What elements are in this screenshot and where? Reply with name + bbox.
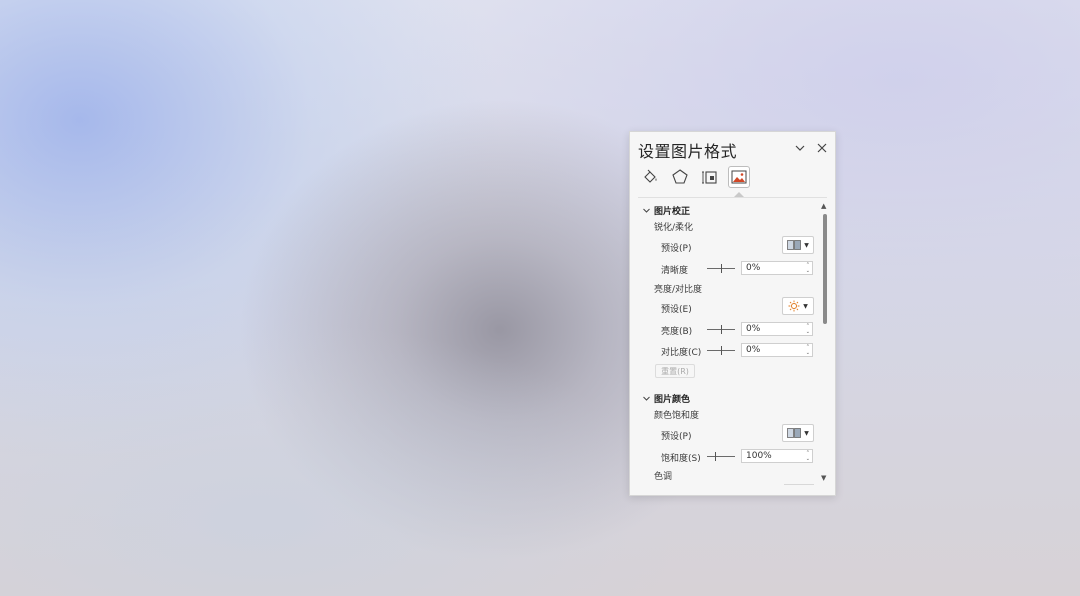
spinner-arrows-icon[interactable]: ⌃ ⌄: [806, 323, 810, 335]
caret-down-icon: ▼: [804, 241, 809, 249]
spinner-arrows-icon[interactable]: ⌃ ⌄: [806, 344, 810, 356]
spinner-arrows-icon[interactable]: ⌃ ⌄: [806, 450, 810, 462]
brightness-slider[interactable]: [707, 325, 735, 334]
format-picture-pane: 设置图片格式 图片校正 锐化/柔化 预设(P) ▼ 清晰度 0% ⌃ ⌄ 亮度/…: [629, 131, 836, 496]
saturation-preset-dropdown[interactable]: ▼: [782, 424, 814, 442]
tone-control-edge: [784, 484, 814, 485]
saturation-preset-icon: [787, 428, 802, 438]
saturation-spinner[interactable]: 100% ⌃ ⌄: [741, 449, 813, 463]
picture-settings-content: 图片校正 锐化/柔化 预设(P) ▼ 清晰度 0% ⌃ ⌄ 亮度/对比度 预设(E…: [630, 198, 820, 495]
section-collapse-chevron-icon[interactable]: [642, 394, 651, 405]
sharpen-preset-label: 预设(P): [661, 244, 692, 254]
brightness-spinner[interactable]: 0% ⌃ ⌄: [741, 322, 813, 336]
tone-group-label: 色调: [654, 472, 673, 482]
section-picture-color[interactable]: 图片颜色: [654, 392, 690, 405]
saturation-slider[interactable]: [707, 452, 735, 461]
reset-button[interactable]: 重置(R): [655, 364, 695, 378]
close-icon[interactable]: [814, 140, 830, 156]
saturation-preset-label: 预设(P): [661, 432, 692, 442]
saturation-label: 饱和度(S): [661, 454, 701, 464]
contrast-slider[interactable]: [707, 346, 735, 355]
scroll-up-arrow-icon[interactable]: ▲: [821, 202, 826, 210]
sharpness-slider[interactable]: [707, 264, 735, 273]
brightness-label: 亮度(B): [661, 327, 693, 337]
sharpness-spinner[interactable]: 0% ⌃ ⌄: [741, 261, 813, 275]
brightness-contrast-group-label: 亮度/对比度: [654, 285, 703, 295]
size-properties-icon[interactable]: [699, 166, 721, 188]
caret-down-icon: ▼: [803, 302, 808, 310]
picture-icon[interactable]: [728, 166, 750, 188]
sharpen-preset-icon: [787, 240, 802, 250]
paint-bucket-icon[interactable]: [640, 166, 662, 188]
pane-title: 设置图片格式: [638, 142, 738, 161]
saturation-group-label: 颜色饱和度: [654, 411, 700, 421]
contrast-label: 对比度(C): [661, 348, 702, 358]
sharpness-label: 清晰度: [661, 266, 689, 276]
contrast-spinner[interactable]: 0% ⌃ ⌄: [741, 343, 813, 357]
sharpness-value: 0%: [746, 263, 761, 273]
scroll-down-arrow-icon[interactable]: ▼: [821, 474, 826, 482]
chevron-down-icon[interactable]: [792, 140, 808, 156]
section-picture-correction[interactable]: 图片校正: [654, 204, 690, 217]
brightness-preset-label: 预设(E): [661, 305, 692, 315]
brightness-value: 0%: [746, 324, 761, 334]
caret-down-icon: ▼: [804, 429, 809, 437]
desktop-background: [0, 0, 1080, 596]
sharpen-preset-dropdown[interactable]: ▼: [782, 236, 814, 254]
sharpen-soften-group-label: 锐化/柔化: [654, 223, 694, 233]
sun-icon: [788, 300, 800, 312]
section-collapse-chevron-icon[interactable]: [642, 206, 651, 217]
saturation-value: 100%: [746, 451, 772, 461]
contrast-value: 0%: [746, 345, 761, 355]
pane-scrollbar[interactable]: ▲ ▼: [820, 202, 830, 484]
brightness-preset-dropdown[interactable]: ▼: [782, 297, 814, 315]
scroll-thumb[interactable]: [823, 214, 827, 324]
pentagon-icon[interactable]: [669, 166, 691, 188]
spinner-arrows-icon[interactable]: ⌃ ⌄: [806, 262, 810, 274]
